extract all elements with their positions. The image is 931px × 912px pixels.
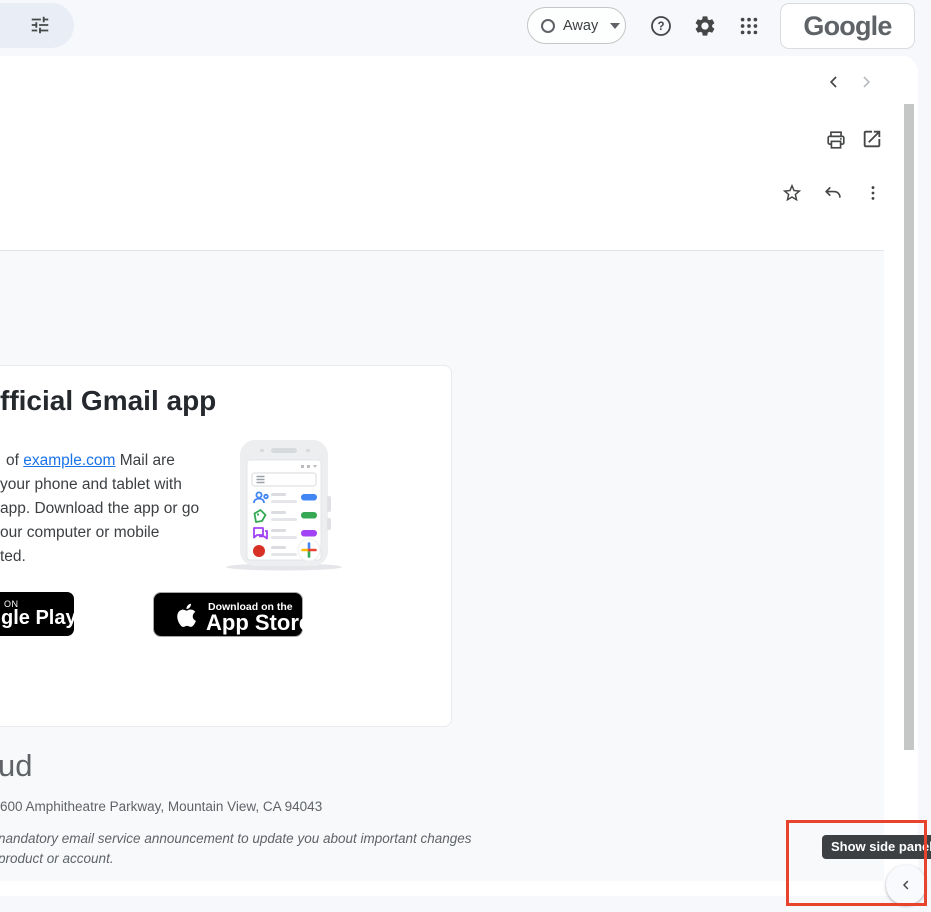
print-button[interactable] — [824, 128, 848, 152]
footer-logo-fragment: ud — [0, 748, 32, 784]
apple-logo-icon — [171, 601, 199, 630]
open-in-new-window-button[interactable] — [860, 127, 884, 151]
more-vert-icon — [861, 181, 885, 205]
older-conversation-button-disabled[interactable] — [854, 70, 878, 94]
footer-address: 600 Amphitheatre Parkway, Mountain View,… — [0, 799, 322, 814]
footer-disclaimer-line: nandatory email service announcement to … — [0, 831, 472, 846]
footer-disclaimer-line: product or account. — [0, 851, 114, 866]
chevron-left-icon — [897, 876, 915, 894]
google-account-chip[interactable]: Google — [780, 3, 915, 49]
help-icon: ? — [649, 14, 673, 38]
paragraph-text: Mail are — [115, 452, 174, 469]
email-paragraph-line: ted. — [0, 547, 26, 567]
star-button[interactable] — [780, 181, 804, 205]
google-apps-button[interactable] — [737, 14, 761, 38]
google-play-badge-main-text: gle Play — [1, 607, 74, 630]
google-logo: Google — [803, 11, 891, 42]
status-label: Away — [563, 18, 598, 34]
more-options-button[interactable] — [861, 181, 885, 205]
star-icon — [780, 181, 804, 205]
vertical-scrollbar-thumb[interactable] — [904, 104, 914, 750]
show-side-panel-tooltip: Show side panel — [822, 835, 931, 859]
email-paragraph-line: our computer or mobile — [0, 523, 159, 543]
show-side-panel-button[interactable] — [886, 865, 926, 905]
chevron-down-icon — [610, 23, 620, 29]
tune-icon — [28, 13, 52, 37]
top-bar: Away ? Google — [0, 0, 931, 52]
reply-button[interactable] — [821, 180, 845, 204]
status-circle-icon — [541, 19, 555, 33]
availability-status-dropdown[interactable]: Away — [527, 7, 626, 44]
svg-text:?: ? — [657, 21, 664, 33]
chevron-right-icon — [854, 70, 878, 94]
email-paragraph-line: of example.com Mail are — [6, 451, 175, 471]
printer-icon — [824, 128, 848, 152]
gear-icon — [693, 14, 717, 38]
google-play-badge[interactable]: ON gle Play — [0, 592, 74, 636]
open-in-new-icon — [860, 127, 884, 151]
paragraph-text: of — [6, 452, 23, 469]
gmail-app-phone-illustration — [213, 434, 355, 576]
newer-conversation-button[interactable] — [822, 70, 846, 94]
reply-icon — [821, 180, 845, 204]
example-domain-link[interactable]: example.com — [23, 452, 115, 469]
email-heading: fficial Gmail app — [0, 385, 216, 417]
chevron-left-icon — [822, 70, 846, 94]
app-store-badge-main-text: App Store — [206, 610, 311, 636]
app-store-badge[interactable]: Download on the App Store — [153, 592, 303, 637]
help-button[interactable]: ? — [649, 14, 673, 38]
search-options-button[interactable] — [28, 13, 52, 37]
apps-grid-icon — [737, 14, 761, 38]
email-paragraph-line: your phone and tablet with — [0, 475, 182, 495]
email-paragraph-line: app. Download the app or go — [0, 499, 199, 519]
settings-button[interactable] — [693, 14, 717, 38]
